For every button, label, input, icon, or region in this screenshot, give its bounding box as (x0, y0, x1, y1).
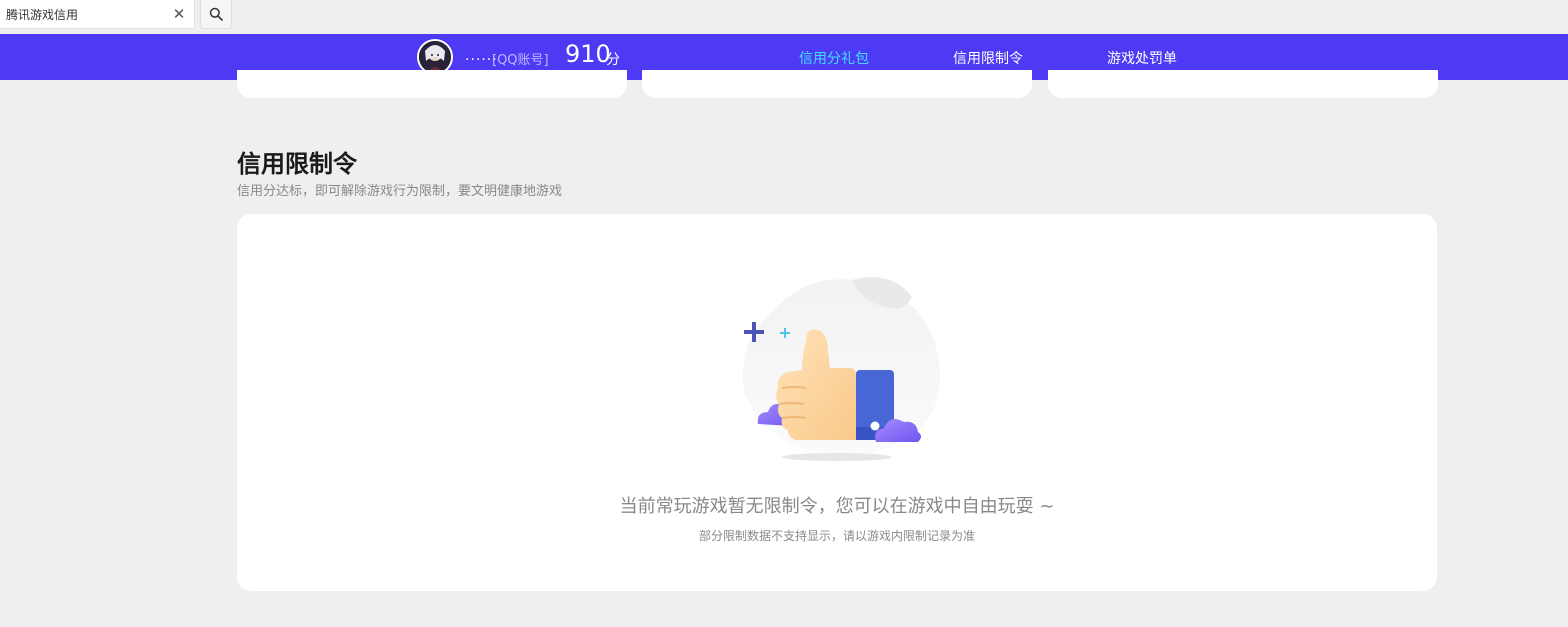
restriction-card: 当前常玩游戏暂无限制令，您可以在游戏中自由玩耍 ~ 部分限制数据不支持显示，请以… (237, 214, 1437, 591)
empty-state-message: 当前常玩游戏暂无限制令，您可以在游戏中自由玩耍 ~ (619, 496, 1055, 517)
empty-state-note: 部分限制数据不支持显示，请以游戏内限制记录为准 (698, 529, 975, 543)
avatar-image (419, 41, 451, 73)
nav-credit-gift[interactable]: 信用分礼包 (799, 48, 869, 68)
gift-card-1[interactable] (237, 70, 627, 98)
search-input[interactable] (6, 5, 166, 23)
gift-card-2[interactable] (642, 70, 1032, 98)
credit-score-unit: 分 (606, 52, 620, 68)
close-icon[interactable]: ✕ (170, 5, 188, 23)
gift-card-3[interactable] (1048, 70, 1438, 98)
credit-score: 910 (565, 40, 611, 68)
section-subtitle: 信用分达标，即可解除游戏行为限制，要文明健康地游戏 (237, 184, 563, 199)
thumbs-up-illustration (742, 277, 941, 461)
section-title: 信用限制令 (237, 150, 357, 178)
nav-credit-restriction[interactable]: 信用限制令 (953, 48, 1023, 68)
search-box: ✕ (0, 0, 195, 29)
search-icon (209, 7, 223, 21)
nav-game-penalty[interactable]: 游戏处罚单 (1107, 48, 1177, 68)
account-type: [QQ账号] (492, 53, 549, 68)
search-button[interactable] (200, 0, 232, 29)
browser-search-bar: ✕ (0, 0, 1568, 34)
